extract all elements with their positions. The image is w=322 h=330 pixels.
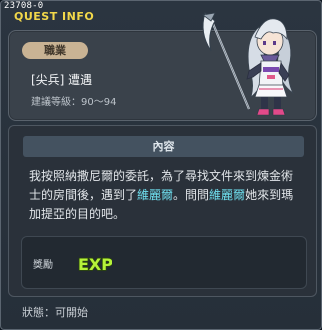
npc-name-highlight: 維麗爾: [137, 188, 174, 202]
exp-icon: EXP: [77, 254, 112, 274]
exp-label: EXP: [78, 255, 112, 274]
quest-status: 狀態：可開始: [22, 306, 88, 319]
description-text: 。問問: [173, 188, 210, 202]
quest-info-window: 23708-0 QUEST INFO 職業 [尖兵] 遭遇 建議等級：90～94: [0, 0, 322, 330]
reward-label: 獎勵: [33, 260, 53, 271]
character-sprite: [197, 9, 299, 119]
reward-box: 獎勵 EXP: [21, 236, 307, 289]
character-illustration: [202, 12, 295, 116]
job-badge: 職業: [22, 42, 88, 59]
job-quest-name: [尖兵] 遭遇: [31, 73, 93, 87]
content-section: 內容 我按照納撒尼爾的委託，為了尋找文件來到煉金術士的房間後，遇到了維麗爾。問問…: [8, 125, 317, 297]
npc-name-highlight: 維麗爾: [209, 188, 246, 202]
content-heading: 內容: [23, 136, 304, 157]
recommended-level: 建議等級：90～94: [31, 97, 117, 108]
window-title: QUEST INFO: [14, 10, 95, 23]
quest-description: 我按照納撒尼爾的委託，為了尋找文件來到煉金術士的房間後，遇到了維麗爾。問問維麗爾…: [29, 167, 304, 224]
